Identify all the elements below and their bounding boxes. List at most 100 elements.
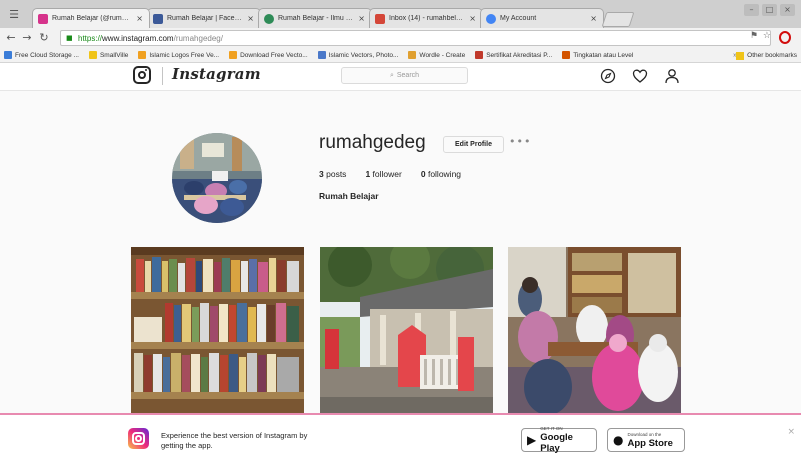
bookmark-item[interactable]: Tingkatan atau Level [562, 51, 633, 59]
browser-menu-icon[interactable]: ☰ [5, 8, 23, 22]
app-store-button[interactable]: ● Download on the App Store [607, 428, 685, 452]
tab-title: Rumah Belajar - Ilmu Pe... [278, 15, 355, 22]
followers-label: follower [372, 169, 402, 179]
bookmark-label: Download Free Vecto... [240, 51, 308, 59]
banner-message: Experience the best version of Instagram… [161, 431, 308, 450]
books-row [136, 257, 299, 292]
folder-icon [736, 51, 745, 60]
tab-close-icon[interactable]: × [136, 14, 143, 23]
browser-toolbar: ← → ↻ ■ https:// www.instagram.com /ruma… [0, 28, 801, 48]
header-divider [162, 67, 163, 85]
blog-favicon-icon [264, 13, 274, 24]
bookmark-item[interactable]: Free Cloud Storage ... [4, 51, 79, 59]
profile-full-name: Rumah Belajar [319, 191, 379, 201]
tab-facebook[interactable]: Rumah Belajar | Facebo... × [147, 8, 261, 28]
post-thumbnail[interactable] [320, 247, 493, 417]
following-stat[interactable]: 0 following [421, 169, 461, 179]
post-thumbnail[interactable] [131, 247, 304, 417]
translate-icon[interactable]: ⚑ [750, 31, 758, 41]
tab-title: Inbox (14) - rumahbelaja... [389, 15, 466, 22]
bookmark-icon [4, 51, 12, 59]
heart-icon[interactable] [632, 68, 648, 84]
bookmark-star-icon[interactable]: ☆ [763, 31, 771, 41]
forward-icon[interactable]: → [20, 31, 34, 45]
apple-icon: ● [613, 433, 624, 447]
bookmark-label: SmallVille [99, 51, 129, 59]
bookmark-item[interactable]: Wordle - Create [408, 51, 465, 59]
maximize-icon[interactable]: □ [762, 4, 777, 16]
search-icon: ⌕ [389, 71, 394, 79]
instagram-header: Instagram ⌕ Search [0, 63, 801, 91]
other-bookmarks-label: Other bookmarks [747, 52, 797, 59]
bookmark-label: Islamic Vectors, Photo... [328, 51, 399, 59]
facebook-favicon-icon [153, 13, 163, 24]
bookmark-item[interactable]: Islamic Logos Free Ve... [138, 51, 219, 59]
url-protocol: https:// [78, 33, 103, 43]
explore-compass-icon[interactable] [600, 68, 616, 84]
close-window-icon[interactable]: × [780, 4, 795, 16]
google-play-button[interactable]: ▶ GET IT ON Google Play [521, 426, 597, 454]
books-row [134, 353, 299, 392]
bookmark-icon [229, 51, 238, 59]
instagram-page: Instagram ⌕ Search rumahgedeg Edit Profi… [0, 63, 801, 454]
url-host: www.instagram.com [102, 33, 174, 43]
window-controls: – □ × [744, 4, 795, 16]
profile-username: rumahgedeg [319, 132, 426, 153]
address-bar[interactable]: ■ https:// www.instagram.com /rumahgedeg… [60, 30, 771, 46]
search-input[interactable]: ⌕ Search [341, 67, 468, 84]
bookmark-label: Islamic Logos Free Ve... [149, 51, 220, 59]
bookmark-icon [138, 51, 147, 59]
tab-title: Rumah Belajar (@rumah... [52, 15, 133, 22]
reload-icon[interactable]: ↻ [37, 31, 51, 45]
posts-stat: 3 posts [319, 169, 346, 179]
minimize-icon[interactable]: – [744, 4, 759, 16]
followers-count: 1 [365, 169, 371, 179]
tab-blog[interactable]: Rumah Belajar - Ilmu Pe... × [258, 8, 372, 28]
bookmark-label: Tingkatan atau Level [573, 51, 634, 59]
bookmark-icon [317, 51, 326, 59]
bookmark-item[interactable]: SmallVille [88, 51, 129, 59]
post-thumbnail[interactable] [508, 247, 681, 417]
bookmark-icon [88, 51, 97, 59]
edit-profile-button[interactable]: Edit Profile [443, 136, 504, 153]
instagram-app-icon [128, 428, 149, 449]
instagram-logo-icon[interactable] [133, 66, 151, 84]
profile-avatar[interactable] [172, 133, 262, 223]
bookmark-item[interactable]: Download Free Vecto... [229, 51, 308, 59]
tab-close-icon[interactable]: × [590, 14, 597, 23]
back-icon[interactable]: ← [4, 31, 18, 45]
browser-window: ☰ Rumah Belajar (@rumah... × Rumah Belaj… [0, 0, 801, 454]
bookmark-item[interactable]: Sertifikat Akreditasi P... [475, 51, 552, 59]
profile-stats: 3 posts 1 follower 0 following [319, 169, 461, 179]
new-tab-button[interactable] [601, 12, 635, 27]
followers-stat[interactable]: 1 follower [365, 169, 401, 179]
address-bar-actions: ⚑ ☆ [750, 31, 771, 41]
other-bookmarks[interactable]: Other bookmarks [736, 48, 797, 62]
posts-count: 3 [319, 169, 324, 179]
search-placeholder: Search [396, 72, 420, 79]
close-banner-icon[interactable]: × [787, 427, 795, 437]
lock-icon: ■ [66, 34, 73, 42]
instagram-wordmark[interactable]: Instagram [172, 65, 261, 83]
bookmark-icon [475, 51, 484, 59]
tab-title: Rumah Belajar | Facebo... [167, 15, 244, 22]
tab-my-account[interactable]: My Account × [480, 8, 604, 28]
bookmark-item[interactable]: Islamic Vectors, Photo... [317, 51, 399, 59]
url-path: /rumahgedeg/ [173, 33, 223, 43]
following-label: following [427, 169, 462, 179]
tab-gmail[interactable]: Inbox (14) - rumahbelaja... × [369, 8, 483, 28]
bookmark-label: Wordle - Create [419, 51, 466, 59]
tab-instagram[interactable]: Rumah Belajar (@rumah... × [32, 8, 150, 28]
tab-close-icon[interactable]: × [469, 14, 476, 23]
posts-label: posts [326, 169, 347, 179]
more-options-icon[interactable]: ••• [509, 135, 531, 148]
bookmarks-bar: Free Cloud Storage ... SmallVille Islami… [0, 48, 801, 63]
profile-user-icon[interactable] [664, 68, 680, 84]
tab-close-icon[interactable]: × [247, 14, 254, 23]
bookmark-icon [408, 51, 417, 59]
gmail-favicon-icon [375, 13, 385, 24]
opera-icon[interactable] [779, 31, 791, 44]
google-play-label: Google Play [540, 432, 573, 454]
tab-close-icon[interactable]: × [358, 14, 365, 23]
tab-strip: ☰ Rumah Belajar (@rumah... × Rumah Belaj… [0, 0, 801, 28]
